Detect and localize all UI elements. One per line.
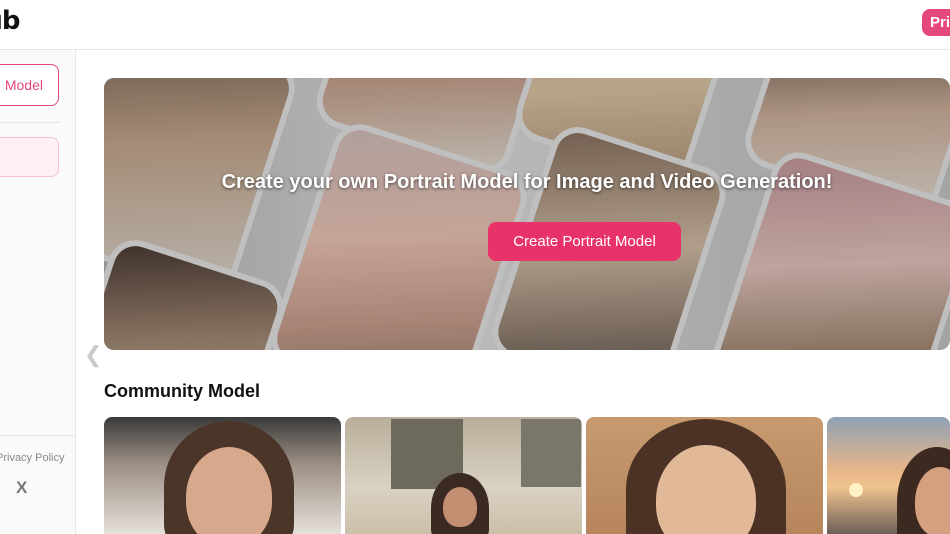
sidebar-model-button[interactable]: Model <box>0 64 59 106</box>
banner-shade <box>104 78 950 350</box>
wall-painting <box>521 419 581 487</box>
community-card[interactable] <box>104 417 341 534</box>
community-model-heading: Community Model <box>104 381 260 401</box>
privacy-policy-link[interactable]: Privacy Policy <box>0 452 64 464</box>
chevron-left-icon[interactable]: ❮ <box>84 342 102 368</box>
community-card[interactable] <box>345 417 582 534</box>
create-portrait-model-button[interactable]: Create Portrait Model <box>488 222 681 261</box>
x-social-icon[interactable]: X <box>16 478 27 498</box>
hero-banner: Create your own Portrait Model for Image… <box>104 78 950 350</box>
sidebar-item-selected[interactable] <box>0 137 59 177</box>
banner-title: Create your own Portrait Model for Image… <box>221 171 833 193</box>
sidebar: Model Privacy Policy X <box>0 50 76 534</box>
site-logo[interactable]: ıb <box>0 6 21 36</box>
pricing-button[interactable]: Pri <box>922 9 950 36</box>
sidebar-divider <box>0 122 60 123</box>
top-bar: ıb Pri <box>0 0 950 50</box>
community-card[interactable] <box>586 417 823 534</box>
portrait-face <box>443 487 477 527</box>
sunset-sun <box>849 483 863 497</box>
community-card[interactable] <box>827 417 950 534</box>
sidebar-footer-divider <box>0 435 75 436</box>
